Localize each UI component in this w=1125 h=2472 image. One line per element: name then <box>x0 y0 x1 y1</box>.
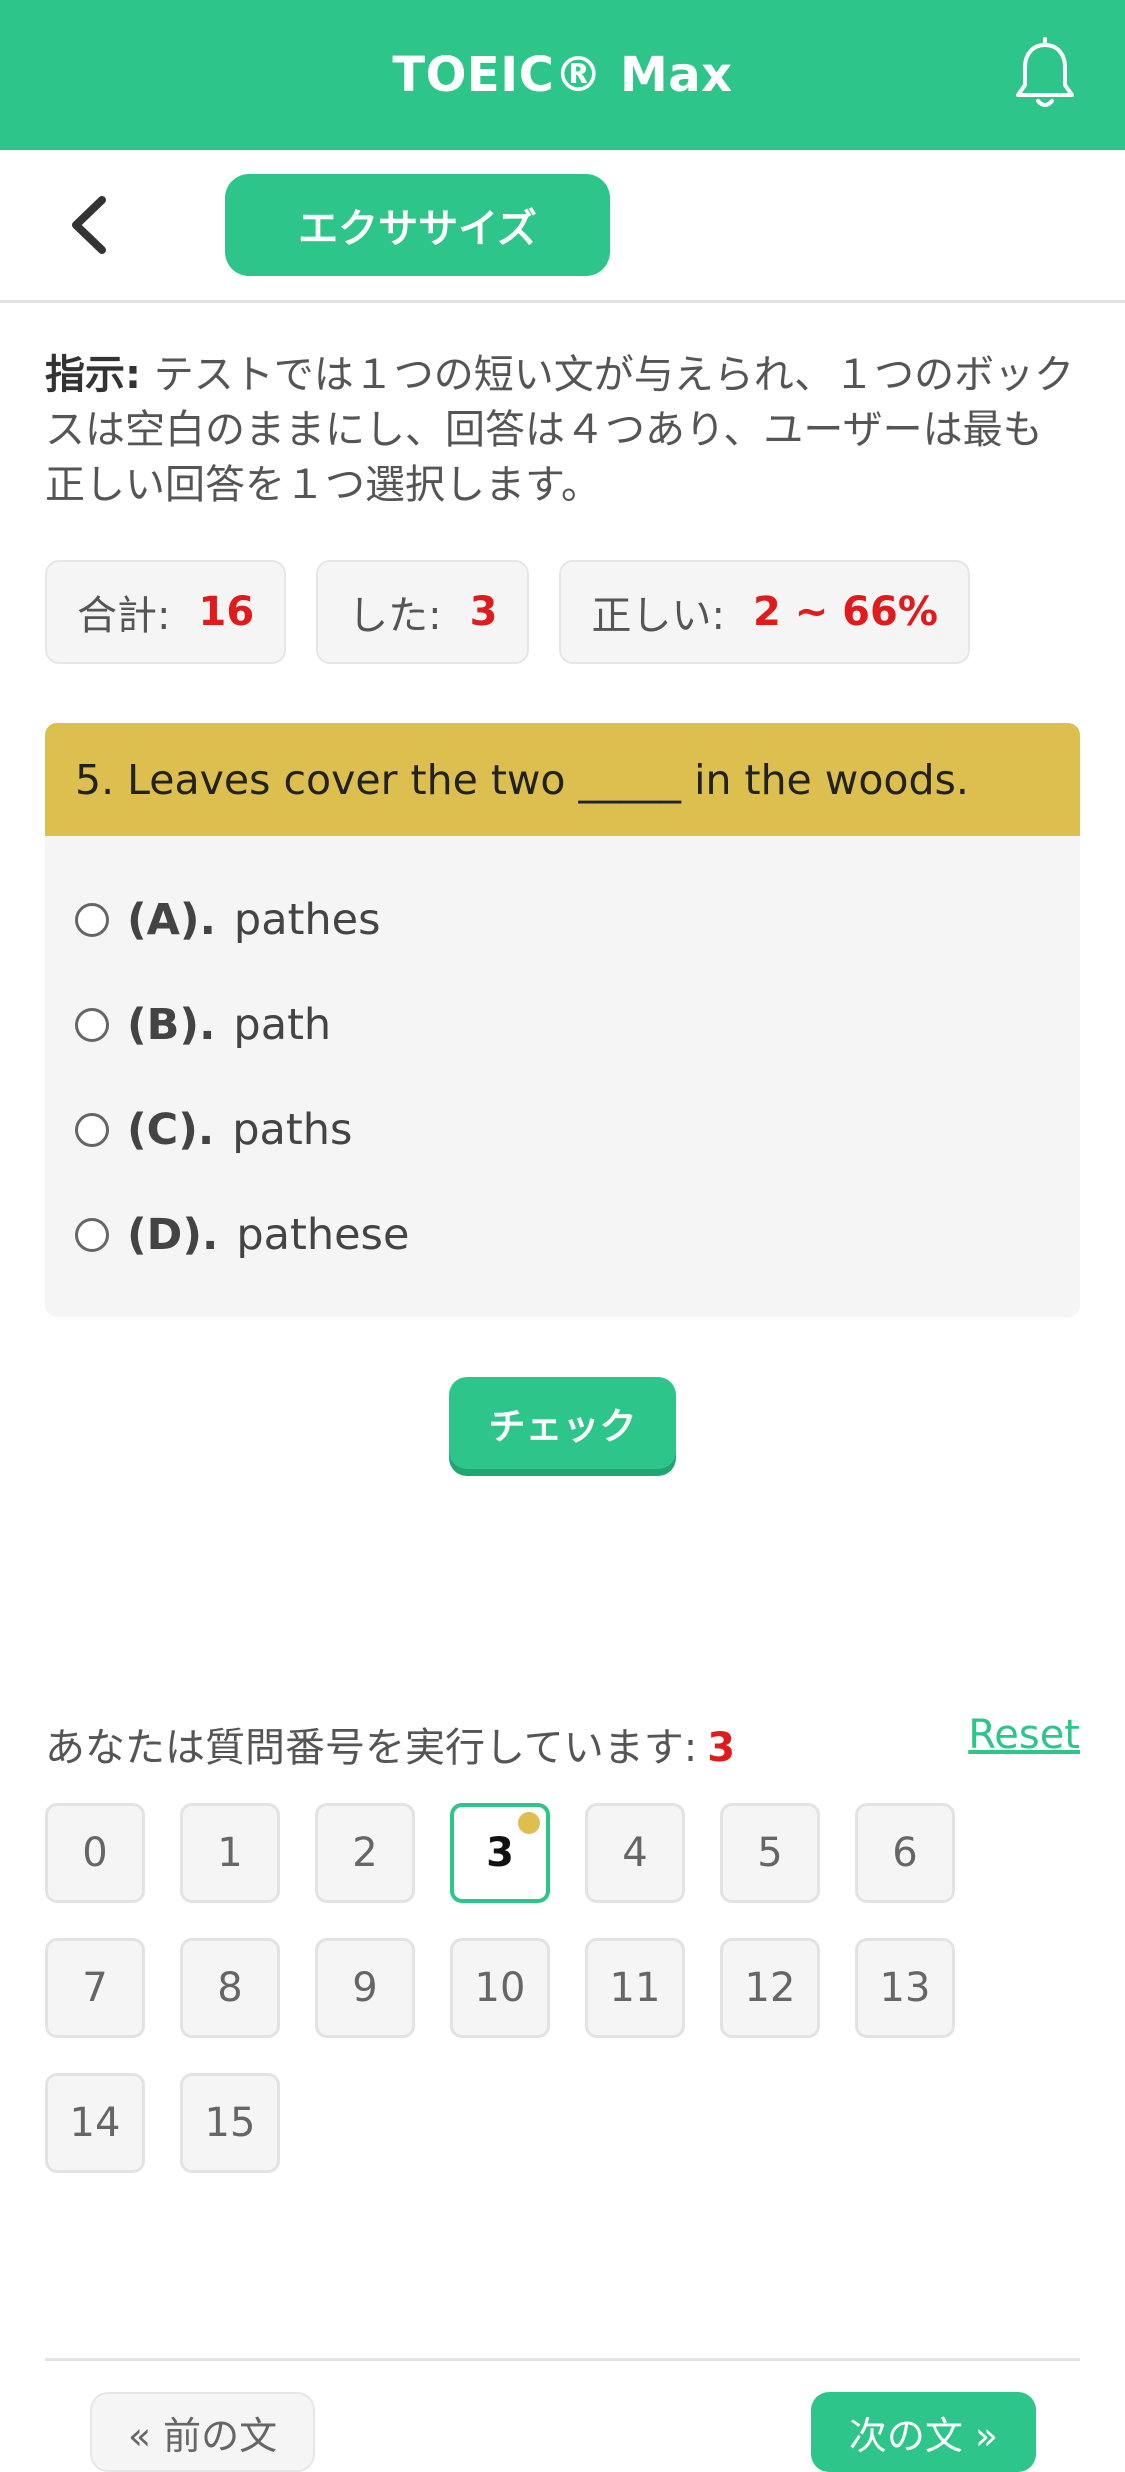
app-header: TOEIC® Max <box>0 0 1125 150</box>
bell-icon[interactable] <box>1005 35 1085 115</box>
question-number-button[interactable]: 4 <box>585 1803 685 1903</box>
option-letter: (C). <box>127 1105 215 1155</box>
stat-label: した: <box>348 593 442 639</box>
option-text: pathese <box>236 1210 410 1260</box>
chevron-left-icon[interactable] <box>60 190 120 260</box>
reset-link[interactable]: Reset <box>968 1712 1080 1758</box>
option-letter: (D). <box>127 1210 219 1260</box>
question-number-button[interactable]: 5 <box>720 1803 820 1903</box>
stat-label: 合計: <box>77 593 171 639</box>
question-number-button[interactable]: 10 <box>450 1938 550 2038</box>
check-button[interactable]: チェック <box>449 1377 676 1469</box>
question-number-button[interactable]: 11 <box>585 1938 685 2038</box>
option-a[interactable]: (A). pathes <box>75 880 381 960</box>
option-b[interactable]: (B). path <box>75 985 331 1065</box>
stat-done: した: 3 <box>316 560 530 664</box>
stats-row: 合計: 16 した: 3 正しい: 2 ~ 66% <box>45 560 970 664</box>
app-title: TOEIC® Max <box>392 47 733 103</box>
stat-value: 3 <box>469 589 498 635</box>
question-number-label: 3 <box>486 1830 514 1876</box>
radio-button[interactable] <box>75 1218 109 1252</box>
question-text: 5. Leaves cover the two _____ in the woo… <box>45 723 1080 836</box>
instructions-text: テストでは１つの短い文が与えられ、１つのボックスは空白のままにし、回答は４つあり… <box>45 352 1075 508</box>
stat-total: 合計: 16 <box>45 560 287 664</box>
option-text: paths <box>232 1105 353 1155</box>
option-letter: (B). <box>127 1000 216 1050</box>
footer-divider <box>45 2358 1080 2361</box>
sub-header: エクササイズ <box>0 150 1125 303</box>
option-text: path <box>233 1000 332 1050</box>
next-sentence-button[interactable]: 次の文 » <box>811 2392 1036 2472</box>
radio-button[interactable] <box>75 903 109 937</box>
instructions: 指示: テストでは１つの短い文が与えられ、１つのボックスは空白のままにし、回答は… <box>45 348 1075 513</box>
question-number-button[interactable]: 8 <box>180 1938 280 2038</box>
question-number-button[interactable]: 2 <box>315 1803 415 1903</box>
stat-correct: 正しい: 2 ~ 66% <box>559 560 970 664</box>
question-number-button[interactable]: 13 <box>855 1938 955 2038</box>
question-card: 5. Leaves cover the two _____ in the woo… <box>45 723 1080 1317</box>
radio-button[interactable] <box>75 1008 109 1042</box>
stat-value: 2 ~ 66% <box>752 589 938 635</box>
question-number-button[interactable]: 0 <box>45 1803 145 1903</box>
progress-label: あなたは質問番号を実行しています: 3 <box>45 1715 735 1773</box>
instructions-label: 指示: <box>45 352 141 398</box>
option-d[interactable]: (D). pathese <box>75 1195 409 1275</box>
question-number-button-active[interactable]: 3 <box>450 1803 550 1903</box>
stat-value: 16 <box>198 589 255 635</box>
question-number-button[interactable]: 15 <box>180 2073 280 2173</box>
question-number-button[interactable]: 12 <box>720 1938 820 2038</box>
question-number-button[interactable]: 14 <box>45 2073 145 2173</box>
option-text: pathes <box>233 895 381 945</box>
question-number-button[interactable]: 6 <box>855 1803 955 1903</box>
stat-label: 正しい: <box>591 593 725 639</box>
exercise-tab-button[interactable]: エクササイズ <box>225 174 610 276</box>
option-c[interactable]: (C). paths <box>75 1090 352 1170</box>
question-number-button[interactable]: 9 <box>315 1938 415 2038</box>
question-number-button[interactable]: 7 <box>45 1938 145 2038</box>
progress-text: あなたは質問番号を実行しています: <box>45 1725 698 1771</box>
option-letter: (A). <box>127 895 216 945</box>
radio-button[interactable] <box>75 1113 109 1147</box>
question-number-button[interactable]: 1 <box>180 1803 280 1903</box>
previous-sentence-button[interactable]: « 前の文 <box>90 2392 315 2472</box>
current-question-number: 3 <box>707 1725 736 1771</box>
answered-dot-indicator <box>518 1812 540 1834</box>
